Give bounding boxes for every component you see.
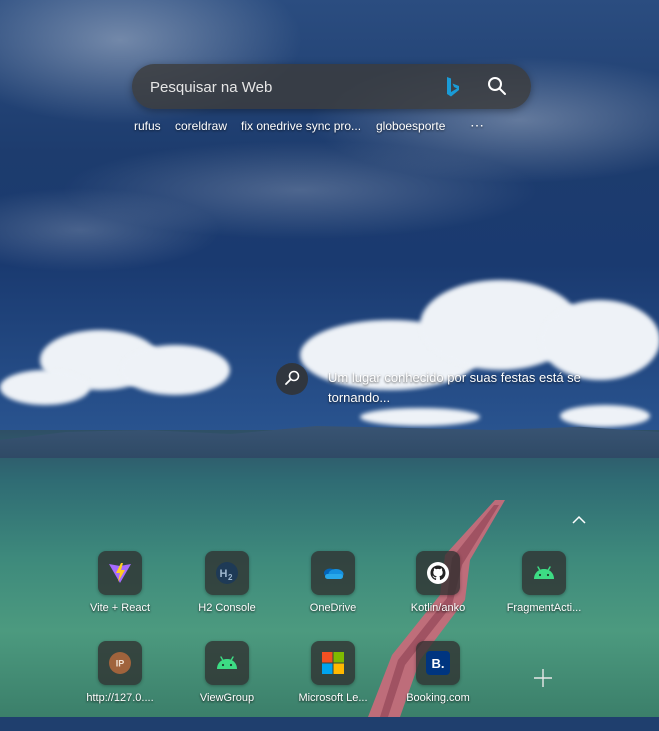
quick-link-h2-console[interactable]: H 2 H2 Console bbox=[174, 551, 280, 641]
tile-icon-box: H 2 bbox=[205, 551, 249, 595]
android-icon bbox=[534, 566, 554, 579]
tile-label: FragmentActi... bbox=[506, 602, 582, 614]
tile-label: http://127.0.... bbox=[86, 692, 154, 704]
android-icon bbox=[217, 656, 237, 669]
vite-icon bbox=[109, 563, 131, 583]
microsoft-icon bbox=[322, 652, 344, 674]
quick-link-vite-react[interactable]: Vite + React bbox=[67, 551, 173, 641]
trending-searches: rufus coreldraw fix onedrive sync pro...… bbox=[0, 119, 659, 135]
image-caption[interactable]: Um lugar conhecido por suas festas está … bbox=[328, 368, 598, 408]
search-icon[interactable] bbox=[487, 76, 507, 96]
tile-icon-box: IP bbox=[98, 641, 142, 685]
h2-icon: H 2 bbox=[216, 562, 238, 584]
svg-text:2: 2 bbox=[228, 573, 233, 582]
trending-search-link[interactable]: coreldraw bbox=[175, 119, 227, 133]
trending-search-link[interactable]: fix onedrive sync pro... bbox=[241, 119, 361, 133]
tile-icon-box bbox=[416, 551, 460, 595]
bing-icon[interactable] bbox=[444, 76, 462, 98]
quick-link-booking[interactable]: B. Booking.com bbox=[385, 641, 491, 731]
tile-label: Vite + React bbox=[89, 602, 151, 614]
chevron-up-icon[interactable] bbox=[571, 513, 587, 527]
ip-icon: IP bbox=[109, 652, 131, 674]
quick-link-microsoft-learn[interactable]: Microsoft Le... bbox=[280, 641, 386, 731]
tile-icon-box bbox=[522, 551, 566, 595]
ip-icon-text: IP bbox=[116, 659, 125, 669]
search-bar bbox=[132, 64, 531, 111]
quick-link-viewgroup[interactable]: ViewGroup bbox=[174, 641, 280, 731]
tile-icon-box bbox=[311, 551, 355, 595]
quick-link-kotlin-anko[interactable]: Kotlin/anko bbox=[385, 551, 491, 641]
tile-label: Microsoft Le... bbox=[298, 692, 368, 704]
onedrive-icon bbox=[324, 568, 344, 579]
quick-link-fragmentactivity[interactable]: FragmentActi... bbox=[491, 551, 597, 641]
tile-icon-box: B. bbox=[416, 641, 460, 685]
tile-icon-box bbox=[98, 551, 142, 595]
magnifier-icon bbox=[285, 370, 300, 385]
tile-icon-box bbox=[205, 641, 249, 685]
svg-text:H: H bbox=[220, 568, 228, 580]
booking-icon-text: B. bbox=[432, 656, 445, 671]
more-options-icon[interactable]: ⋯ bbox=[470, 117, 485, 134]
tile-label: Booking.com bbox=[406, 692, 470, 704]
image-info-button[interactable] bbox=[276, 363, 308, 395]
add-shortcut-icon[interactable] bbox=[532, 667, 554, 689]
quick-link-localhost[interactable]: IP http://127.0.... bbox=[67, 641, 173, 731]
quick-link-onedrive[interactable]: OneDrive bbox=[280, 551, 386, 641]
trending-search-link[interactable]: rufus bbox=[134, 119, 161, 133]
booking-icon: B. bbox=[426, 651, 450, 675]
trending-search-link[interactable]: globoesporte bbox=[376, 119, 445, 133]
search-input[interactable] bbox=[148, 64, 432, 111]
tile-icon-box bbox=[311, 641, 355, 685]
tile-label: OneDrive bbox=[309, 602, 357, 614]
tile-label: Kotlin/anko bbox=[410, 602, 466, 614]
tile-label: ViewGroup bbox=[199, 692, 255, 704]
github-icon bbox=[427, 562, 449, 584]
tile-label: H2 Console bbox=[198, 602, 256, 614]
